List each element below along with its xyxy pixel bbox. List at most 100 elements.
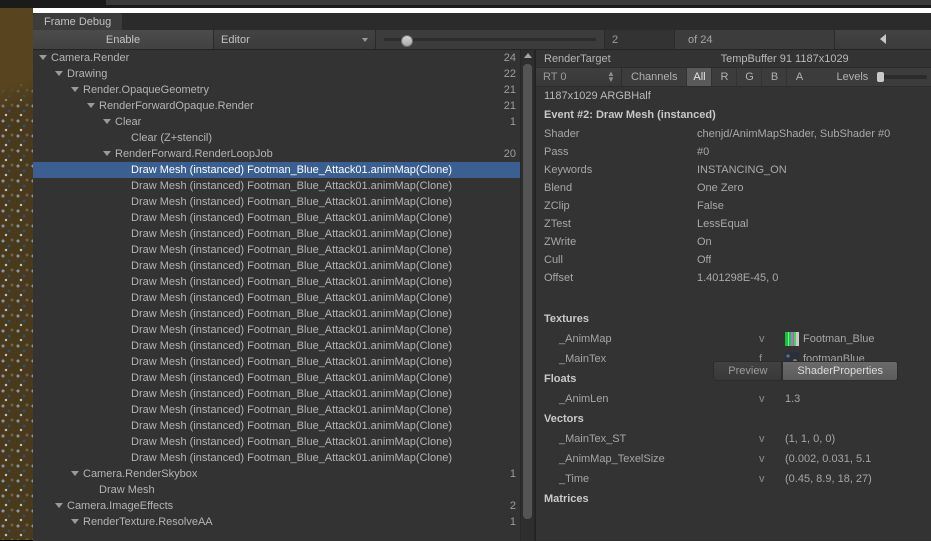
triangle-down-icon[interactable] bbox=[55, 502, 63, 508]
triangle-down-icon[interactable] bbox=[103, 150, 111, 156]
event-tree-row[interactable]: Draw Mesh (instanced) Footman_Blue_Attac… bbox=[33, 386, 534, 402]
event-tree-row[interactable]: Draw Mesh (instanced) Footman_Blue_Attac… bbox=[33, 338, 534, 354]
event-tree-row-count: 1 bbox=[509, 516, 516, 528]
property-value: (0.002, 0.031, 5.1 bbox=[785, 453, 931, 465]
event-tree-row[interactable]: Draw Mesh (instanced) Footman_Blue_Attac… bbox=[33, 354, 534, 370]
event-tree-row-label: Draw Mesh (instanced) Footman_Blue_Attac… bbox=[33, 196, 490, 208]
property-value: (1, 1, 0, 0) bbox=[785, 433, 931, 445]
event-tree-row-text: Draw Mesh (instanced) Footman_Blue_Attac… bbox=[131, 372, 452, 384]
tab-frame-debug[interactable]: Frame Debug bbox=[33, 13, 123, 30]
event-tree-row[interactable]: Draw Mesh (instanced) Footman_Blue_Attac… bbox=[33, 242, 534, 258]
event-tree-row-text: Draw Mesh (instanced) Footman_Blue_Attac… bbox=[131, 196, 452, 208]
event-tree-row[interactable]: Draw Mesh (instanced) Footman_Blue_Attac… bbox=[33, 434, 534, 450]
event-field-key: Shader bbox=[544, 128, 580, 140]
event-tree-row[interactable]: Draw Mesh bbox=[33, 482, 534, 498]
event-tree-row[interactable]: Draw Mesh (instanced) Footman_Blue_Attac… bbox=[33, 258, 534, 274]
channel-button-all[interactable]: All bbox=[686, 68, 712, 86]
scrollbar-thumb[interactable] bbox=[523, 64, 532, 519]
channel-button-a[interactable]: A bbox=[786, 68, 811, 86]
event-tree-row-label: Draw Mesh (instanced) Footman_Blue_Attac… bbox=[33, 388, 490, 400]
rendertarget-select[interactable]: RT 0 ▲ ▼ bbox=[536, 68, 622, 86]
event-tree-row-count: 22 bbox=[503, 68, 516, 80]
event-tree-row-label: Draw Mesh (instanced) Footman_Blue_Attac… bbox=[33, 420, 490, 432]
event-tree-row-text: Draw Mesh (instanced) Footman_Blue_Attac… bbox=[131, 180, 452, 192]
event-tree-row[interactable]: Draw Mesh (instanced) Footman_Blue_Attac… bbox=[33, 450, 534, 466]
event-tree-row[interactable]: Camera.RenderSkybox 1 bbox=[33, 466, 534, 482]
event-tree-row[interactable]: Draw Mesh (instanced) Footman_Blue_Attac… bbox=[33, 370, 534, 386]
event-tree-row-count: 24 bbox=[503, 52, 516, 64]
target-dropdown[interactable]: Editor bbox=[214, 30, 376, 49]
target-dropdown-label: Editor bbox=[221, 33, 250, 46]
property-flag: v bbox=[759, 433, 765, 445]
event-tree-row[interactable]: RenderTexture.ResolveAA 1 bbox=[33, 514, 534, 530]
event-tree-row-label: RenderTexture.ResolveAA bbox=[33, 516, 490, 528]
event-tree-row[interactable]: Draw Mesh (instanced) Footman_Blue_Attac… bbox=[33, 290, 534, 306]
event-tree-row-count: 21 bbox=[503, 84, 516, 96]
event-tree-list: Camera.Render 24 Drawing 22 Render.OpaqueGeo… bbox=[33, 50, 534, 530]
previous-frame-button[interactable] bbox=[835, 30, 931, 49]
event-tree-row[interactable]: Render.OpaqueGeometry 21 bbox=[33, 82, 534, 98]
levels-track[interactable] bbox=[877, 72, 927, 82]
event-tree-row-text: Clear bbox=[115, 116, 142, 128]
channel-button-r[interactable]: R bbox=[711, 68, 736, 86]
event-tree-row[interactable]: Draw Mesh (instanced) Footman_Blue_Attac… bbox=[33, 306, 534, 322]
event-tree-row[interactable]: Draw Mesh (instanced) Footman_Blue_Attac… bbox=[33, 418, 534, 434]
channels-label: Channels bbox=[631, 71, 678, 83]
levels-knob[interactable] bbox=[877, 72, 885, 82]
event-tree-scrollbar[interactable] bbox=[520, 50, 534, 541]
event-tree-row[interactable]: Draw Mesh (instanced) Footman_Blue_Attac… bbox=[33, 402, 534, 418]
property-value-text: (1, 1, 0, 0) bbox=[785, 433, 836, 445]
event-tree-row[interactable]: RenderForward.RenderLoopJob 20 bbox=[33, 146, 534, 162]
channel-button-b[interactable]: B bbox=[761, 68, 786, 86]
event-tree-row[interactable]: Draw Mesh (instanced) Footman_Blue_Attac… bbox=[33, 274, 534, 290]
event-tree-row-text: Clear (Z+stencil) bbox=[131, 132, 212, 144]
tab-preview[interactable]: Preview bbox=[713, 361, 783, 381]
stepper-icon[interactable]: ▲ ▼ bbox=[607, 70, 615, 84]
event-tree-row[interactable]: RenderForwardOpaque.Render 21 bbox=[33, 98, 534, 114]
event-field-value: False bbox=[697, 200, 724, 212]
event-tree-row[interactable]: Draw Mesh (instanced) Footman_Blue_Attac… bbox=[33, 162, 534, 178]
event-tree-row[interactable]: Clear (Z+stencil) bbox=[33, 130, 534, 146]
event-field-value: LessEqual bbox=[697, 218, 749, 230]
triangle-down-icon[interactable] bbox=[55, 70, 63, 76]
event-tree-row-label: Draw Mesh (instanced) Footman_Blue_Attac… bbox=[33, 436, 490, 448]
event-field-value: INSTANCING_ON bbox=[697, 164, 787, 176]
event-tree-row[interactable]: Clear 1 bbox=[33, 114, 534, 130]
triangle-down-icon[interactable] bbox=[71, 470, 79, 476]
triangle-down-icon[interactable] bbox=[39, 54, 47, 60]
event-tree-row-text: Draw Mesh (instanced) Footman_Blue_Attac… bbox=[131, 388, 452, 400]
triangle-down-icon[interactable] bbox=[103, 118, 111, 124]
event-tree-row-text: RenderTexture.ResolveAA bbox=[83, 516, 213, 528]
event-tree-row[interactable]: Draw Mesh (instanced) Footman_Blue_Attac… bbox=[33, 226, 534, 242]
event-tree-row[interactable]: Draw Mesh (instanced) Footman_Blue_Attac… bbox=[33, 322, 534, 338]
event-field-row: ZTest LessEqual bbox=[536, 215, 931, 233]
tab-shaderproperties[interactable]: ShaderProperties bbox=[782, 361, 898, 381]
event-tree-row[interactable]: Draw Mesh (instanced) Footman_Blue_Attac… bbox=[33, 210, 534, 226]
event-tree-row-label: Draw Mesh (instanced) Footman_Blue_Attac… bbox=[33, 228, 490, 240]
frame-slider-track[interactable] bbox=[384, 34, 596, 47]
enable-button[interactable]: Enable bbox=[33, 30, 214, 49]
frame-slider[interactable] bbox=[376, 30, 604, 49]
triangle-down-icon[interactable] bbox=[71, 518, 79, 524]
event-tree-row[interactable]: Draw Mesh (instanced) Footman_Blue_Attac… bbox=[33, 178, 534, 194]
event-tree-row[interactable]: Camera.ImageEffects 2 bbox=[33, 498, 534, 514]
event-field-row: Cull Off bbox=[536, 251, 931, 269]
animmap-thumbnail[interactable] bbox=[785, 332, 799, 346]
channel-button-g[interactable]: G bbox=[736, 68, 761, 86]
property-flag: v bbox=[759, 393, 765, 405]
levels-control[interactable]: Levels bbox=[811, 68, 931, 86]
event-tree-row-text: Draw Mesh (instanced) Footman_Blue_Attac… bbox=[131, 324, 452, 336]
triangle-down-icon[interactable] bbox=[87, 102, 95, 108]
event-tree-row[interactable]: Drawing 22 bbox=[33, 66, 534, 82]
frame-slider-knob[interactable] bbox=[401, 34, 413, 47]
triangle-down-icon[interactable] bbox=[71, 86, 79, 92]
frame-index-input[interactable]: 2 bbox=[604, 30, 675, 49]
event-tree-row[interactable]: Camera.Render 24 bbox=[33, 50, 534, 66]
rendertarget-select-label: RT 0 bbox=[543, 71, 567, 83]
event-tree-row[interactable]: Draw Mesh (instanced) Footman_Blue_Attac… bbox=[33, 194, 534, 210]
event-tree-panel: Camera.Render 24 Drawing 22 Render.OpaqueGeo… bbox=[33, 50, 534, 541]
scroll-up-icon[interactable] bbox=[524, 53, 532, 58]
